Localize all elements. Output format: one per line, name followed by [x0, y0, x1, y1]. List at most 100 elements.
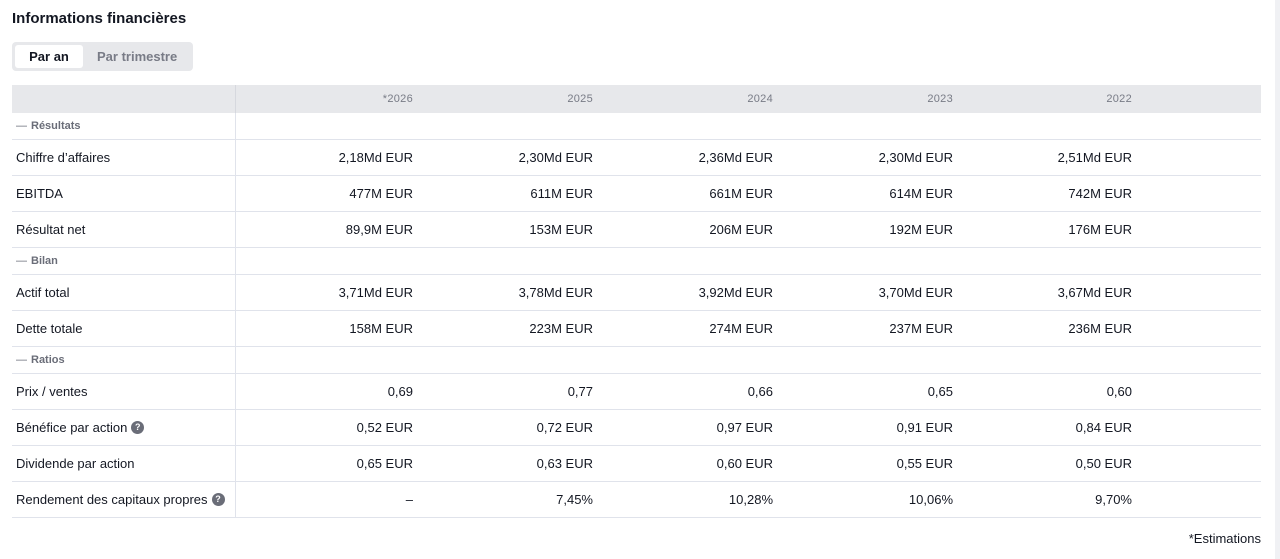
- row-label-text: Actif total: [16, 285, 70, 300]
- header-label-cell: [12, 85, 236, 113]
- table-row: Prix / ventes 0,69 0,77 0,66 0,65 0,60: [12, 374, 1261, 410]
- table-cell: 3,67Md EUR: [1057, 285, 1132, 300]
- table-cell: 237M EUR: [889, 321, 953, 336]
- table-cell: 3,92Md EUR: [698, 285, 773, 300]
- table-cell: 2,51Md EUR: [1057, 150, 1132, 165]
- table-row: Résultat net 89,9M EUR 153M EUR 206M EUR 192…: [12, 212, 1261, 248]
- section-label[interactable]: — Bilan: [12, 248, 236, 274]
- table-cell: 3,71Md EUR: [338, 285, 413, 300]
- row-label: Dette totale: [12, 311, 236, 346]
- table-cell: 223M EUR: [529, 321, 593, 336]
- table-cell: 0,63 EUR: [536, 456, 593, 471]
- row-label: EBITDA: [12, 176, 236, 211]
- section-row: — Bilan: [12, 248, 1261, 275]
- table-cell: 176M EUR: [1068, 222, 1132, 237]
- scrollbar[interactable]: [1275, 0, 1280, 559]
- table-cell: 0,91 EUR: [896, 420, 953, 435]
- table-header-row: *2026 2025 2024 2023 2022: [12, 85, 1261, 113]
- table-cell: 2,30Md EUR: [878, 150, 953, 165]
- row-label: Dividende par action: [12, 446, 236, 481]
- table-cell: 9,70%: [1095, 492, 1132, 507]
- section-label[interactable]: — Ratios: [12, 347, 236, 373]
- page-title: Informations financières: [12, 10, 187, 27]
- period-toggle: Par an Par trimestre: [12, 42, 193, 71]
- column-header: 2025: [567, 93, 593, 105]
- table-cell: 89,9M EUR: [345, 222, 413, 237]
- tab-par-trimestre[interactable]: Par trimestre: [83, 45, 177, 68]
- table-cell: 0,84 EUR: [1075, 420, 1132, 435]
- table-cell: 192M EUR: [889, 222, 953, 237]
- table-cell: 0,60 EUR: [716, 456, 773, 471]
- table-cell: 0,60: [1106, 384, 1132, 399]
- table-cell: 0,66: [747, 384, 773, 399]
- row-label-text: Chiffre d’affaires: [16, 150, 111, 165]
- table-cell: 3,70Md EUR: [878, 285, 953, 300]
- table-cell: 3,78Md EUR: [518, 285, 593, 300]
- table-cell: 0,65: [927, 384, 953, 399]
- collapse-dash-icon: —: [16, 120, 27, 132]
- column-header: 2024: [747, 93, 773, 105]
- table-cell: 477M EUR: [349, 186, 413, 201]
- row-label: Rendement des capitaux propres?: [12, 482, 236, 517]
- table-cell: 0,52 EUR: [356, 420, 413, 435]
- row-label: Actif total: [12, 275, 236, 310]
- row-label-text: Prix / ventes: [16, 384, 88, 399]
- table-row: Dividende par action 0,65 EUR 0,63 EUR 0,60…: [12, 446, 1261, 482]
- table-cell: 0,65 EUR: [356, 456, 413, 471]
- table-cell: 0,69: [387, 384, 413, 399]
- table-cell: 10,06%: [908, 492, 953, 507]
- financial-table: *2026 2025 2024 2023 2022 — Résultats Chif…: [12, 85, 1261, 518]
- table-row: Dette totale 158M EUR 223M EUR 274M EUR 237M…: [12, 311, 1261, 347]
- column-header: 2023: [927, 93, 953, 105]
- row-label-text: EBITDA: [16, 186, 63, 201]
- tab-par-an[interactable]: Par an: [15, 45, 83, 68]
- table-row: Actif total 3,71Md EUR 3,78Md EUR 3,92Md EU…: [12, 275, 1261, 311]
- table-row: Rendement des capitaux propres? – 7,45% 10,…: [12, 482, 1261, 518]
- table-cell: 0,77: [567, 384, 593, 399]
- row-label-text: Résultat net: [16, 222, 86, 237]
- table-row: Bénéfice par action? 0,52 EUR 0,72 EUR 0,97…: [12, 410, 1261, 446]
- row-label: Résultat net: [12, 212, 236, 247]
- table-cell: 206M EUR: [709, 222, 773, 237]
- table-cell: 153M EUR: [529, 222, 593, 237]
- table-cell: 2,30Md EUR: [518, 150, 593, 165]
- section-name: Résultats: [31, 120, 81, 132]
- row-label: Prix / ventes: [12, 374, 236, 409]
- collapse-dash-icon: —: [16, 255, 27, 267]
- table-cell: 2,18Md EUR: [338, 150, 413, 165]
- row-label: Bénéfice par action?: [12, 410, 236, 445]
- table-cell: 611M EUR: [530, 186, 593, 201]
- section-name: Bilan: [31, 255, 58, 267]
- table-cell: 2,36Md EUR: [698, 150, 773, 165]
- table-cell: 0,55 EUR: [896, 456, 953, 471]
- row-label-text: Bénéfice par action: [16, 420, 128, 435]
- table-cell: 7,45%: [556, 492, 593, 507]
- collapse-dash-icon: —: [16, 354, 27, 366]
- table-cell: 614M EUR: [889, 186, 953, 201]
- help-icon[interactable]: ?: [211, 493, 225, 506]
- row-label-text: Dette totale: [16, 321, 83, 336]
- section-row: — Résultats: [12, 113, 1261, 140]
- table-cell: 158M EUR: [349, 321, 413, 336]
- table-cell: 0,50 EUR: [1075, 456, 1132, 471]
- column-header: *2026: [382, 93, 413, 105]
- table-cell: 236M EUR: [1068, 321, 1132, 336]
- section-label[interactable]: — Résultats: [12, 113, 236, 139]
- table-cell: 0,97 EUR: [716, 420, 773, 435]
- table-cell: –: [405, 492, 413, 507]
- table-cell: 742M EUR: [1068, 186, 1132, 201]
- footnote: *Estimations: [1188, 531, 1261, 546]
- table-cell: 0,72 EUR: [536, 420, 593, 435]
- column-header: 2022: [1106, 93, 1132, 105]
- row-label: Chiffre d’affaires: [12, 140, 236, 175]
- help-icon[interactable]: ?: [131, 421, 145, 434]
- section-row: — Ratios: [12, 347, 1261, 374]
- table-cell: 274M EUR: [709, 321, 773, 336]
- table-cell: 661M EUR: [709, 186, 773, 201]
- table-row: EBITDA 477M EUR 611M EUR 661M EUR 614M EUR 74…: [12, 176, 1261, 212]
- row-label-text: Dividende par action: [16, 456, 135, 471]
- table-cell: 10,28%: [728, 492, 773, 507]
- row-label-text: Rendement des capitaux propres: [16, 492, 208, 507]
- table-row: Chiffre d’affaires 2,18Md EUR 2,30Md EUR 2,…: [12, 140, 1261, 176]
- section-name: Ratios: [31, 354, 65, 366]
